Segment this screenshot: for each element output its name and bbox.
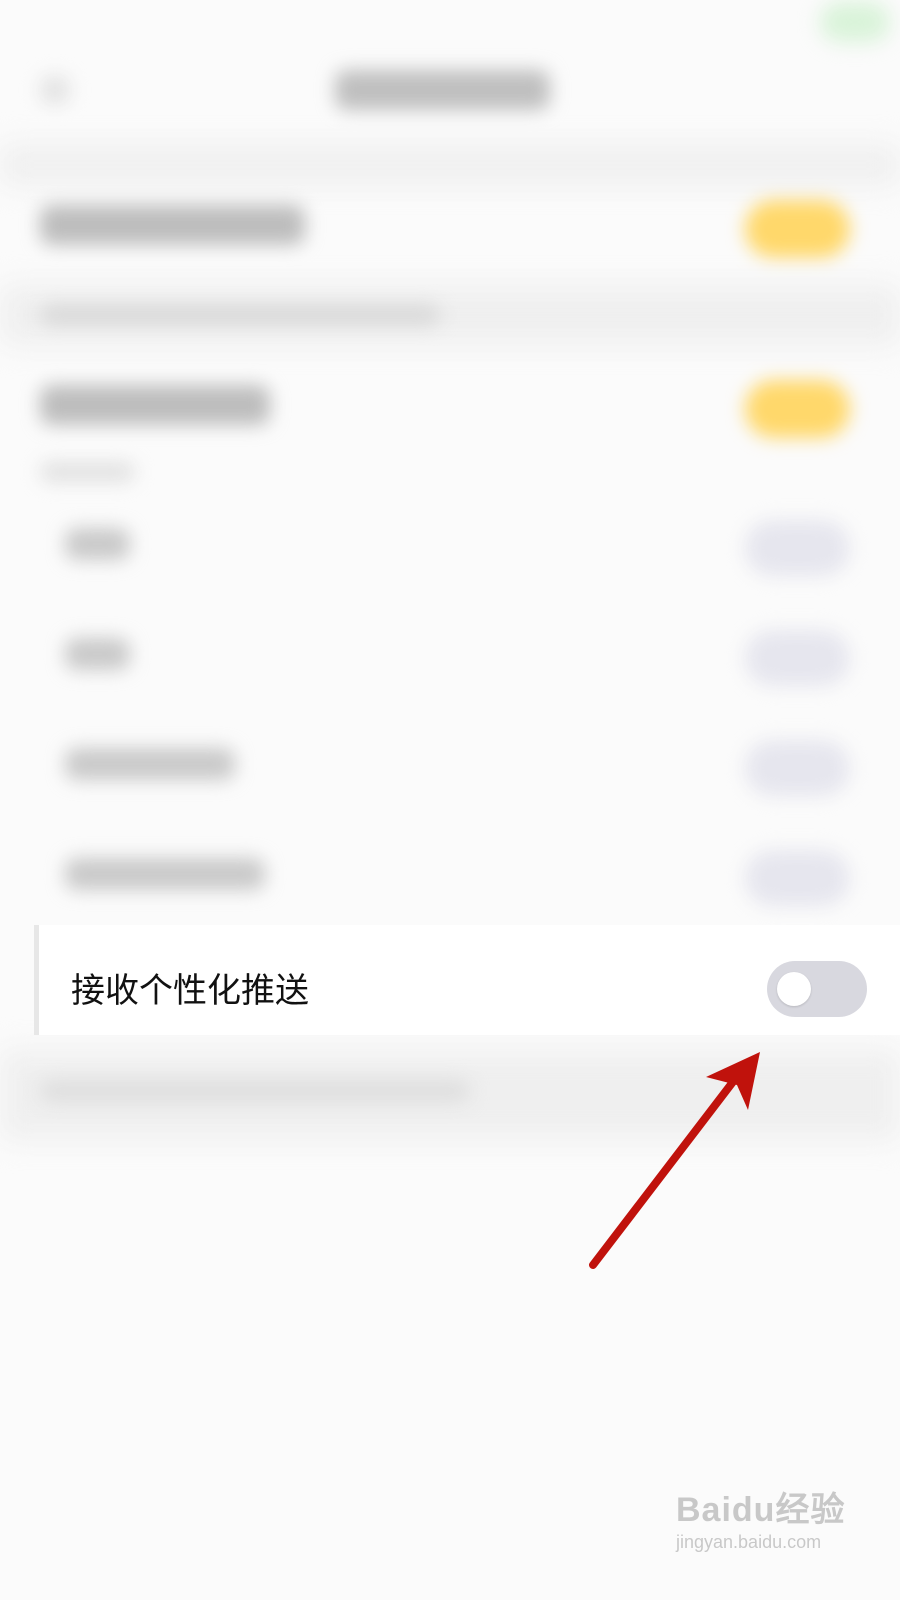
- watermark-url: jingyan.baidu.com: [676, 1532, 822, 1552]
- watermark-brand: Baidu经验: [676, 1491, 846, 1529]
- baidu-watermark: Baidu经验 jingyan.baidu.com: [676, 1478, 846, 1568]
- red-arrow-annotation-icon: [589, 1052, 760, 1269]
